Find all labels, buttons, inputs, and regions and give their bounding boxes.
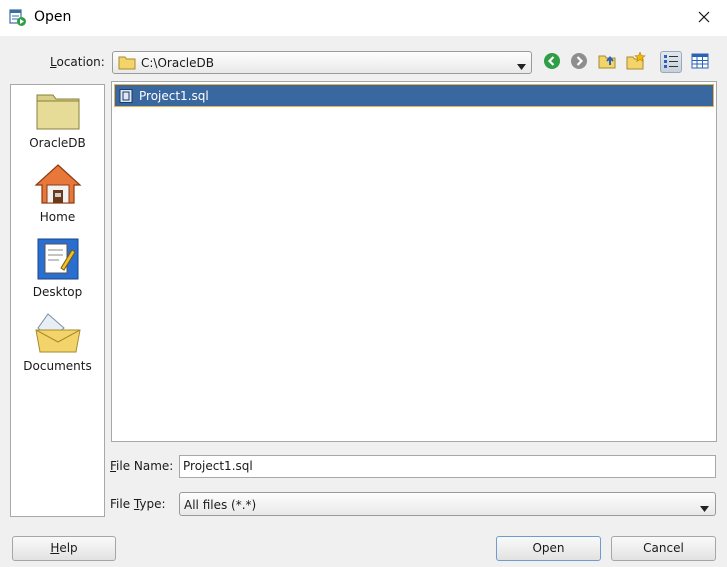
- home-icon: [33, 164, 82, 208]
- file-type-value: All files (*.*): [184, 498, 257, 512]
- new-folder-icon: [626, 50, 646, 73]
- list-view-icon: [663, 53, 679, 72]
- forward-icon: [570, 52, 588, 73]
- folder-icon: [34, 94, 82, 134]
- details-view-icon: [691, 53, 709, 72]
- place-label: OracleDB: [29, 136, 86, 150]
- location-value: C:\OracleDB: [141, 56, 214, 70]
- place-documents[interactable]: Documents: [11, 312, 104, 373]
- places-sidebar: OracleDB Home Desktop Documents: [10, 84, 105, 517]
- file-name-label: File Name:: [110, 459, 174, 473]
- open-button[interactable]: Open: [496, 536, 601, 561]
- file-name: Project1.sql: [139, 89, 209, 103]
- folder-icon: [118, 55, 136, 73]
- location-combo[interactable]: C:\OracleDB: [112, 51, 532, 74]
- details-view-button[interactable]: [689, 51, 711, 73]
- new-folder-button[interactable]: [625, 50, 647, 73]
- place-oracledb[interactable]: OracleDB: [11, 89, 104, 150]
- close-button[interactable]: [681, 0, 727, 36]
- cancel-button[interactable]: Cancel: [611, 536, 716, 561]
- sql-file-icon: [119, 89, 133, 106]
- close-icon: [698, 11, 710, 26]
- back-icon: [543, 52, 561, 73]
- place-label: Home: [39, 210, 76, 224]
- place-label: Documents: [23, 359, 92, 373]
- place-label: Desktop: [32, 285, 83, 299]
- up-folder-icon: [598, 52, 618, 73]
- up-folder-button[interactable]: [597, 51, 619, 73]
- app-icon: [9, 9, 27, 27]
- file-name-input[interactable]: Project1.sql: [179, 455, 716, 478]
- list-item[interactable]: Project1.sql: [114, 84, 714, 107]
- place-desktop[interactable]: Desktop: [11, 238, 104, 299]
- window-title: Open: [34, 9, 72, 25]
- title-bar: Open: [0, 0, 727, 36]
- documents-icon: [34, 313, 82, 357]
- chevron-down-icon: [517, 59, 526, 73]
- forward-button[interactable]: [568, 51, 590, 73]
- place-home[interactable]: Home: [11, 163, 104, 224]
- help-button[interactable]: Help: [12, 536, 116, 561]
- file-type-combo[interactable]: All files (*.*): [179, 492, 716, 516]
- file-type-label: File Type:: [110, 497, 166, 511]
- desktop-icon: [34, 238, 82, 283]
- chevron-down-icon: [700, 501, 709, 515]
- back-button[interactable]: [541, 51, 563, 73]
- list-view-button[interactable]: [660, 51, 682, 73]
- file-list[interactable]: Project1.sql: [111, 81, 717, 442]
- location-label: Location:: [50, 55, 105, 69]
